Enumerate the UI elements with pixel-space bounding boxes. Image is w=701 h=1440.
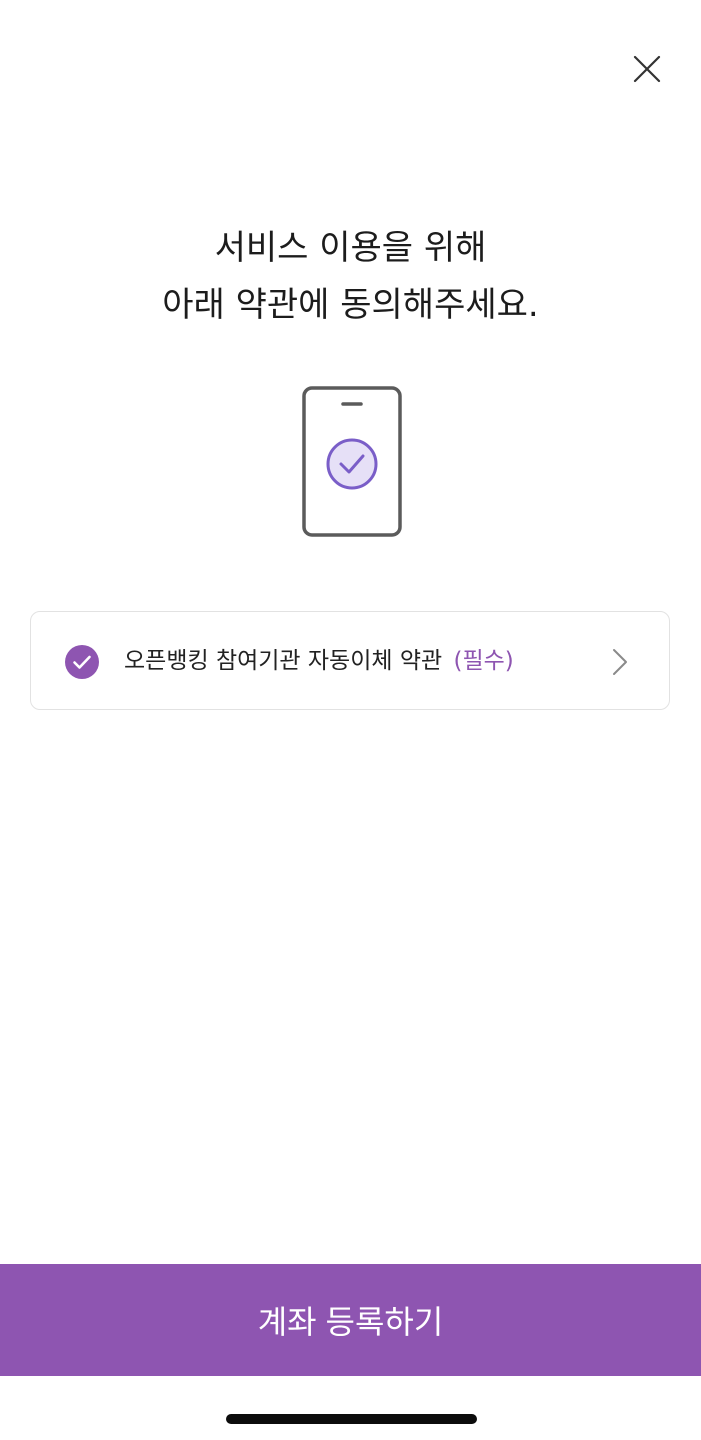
page-title-line-1: 서비스 이용을 위해 xyxy=(214,228,487,268)
page-title-line-2: 아래 약관에 동의해주세요. xyxy=(162,285,539,325)
chevron-right-icon[interactable] xyxy=(609,646,631,678)
register-account-button[interactable]: 계좌 등록하기 xyxy=(0,1264,701,1376)
phone-check-icon xyxy=(302,386,402,537)
terms-agreement-item[interactable]: 오픈뱅킹 참여기관 자동이체 약관 (필수) xyxy=(30,611,670,710)
close-button[interactable] xyxy=(622,44,672,94)
terms-label: 오픈뱅킹 참여기관 자동이체 약관 (필수) xyxy=(124,644,514,678)
terms-agreement-screen: 서비스 이용을 위해 아래 약관에 동의해주세요. 오픈뱅킹 참여기관 자동이체… xyxy=(0,0,701,1440)
home-indicator xyxy=(226,1414,477,1424)
checkmark-circle-icon[interactable] xyxy=(65,645,99,679)
terms-title: 오픈뱅킹 참여기관 자동이체 약관 xyxy=(124,648,443,674)
page-title: 서비스 이용을 위해 아래 약관에 동의해주세요. xyxy=(0,220,701,334)
close-icon xyxy=(633,55,661,83)
required-badge: (필수) xyxy=(453,648,514,674)
